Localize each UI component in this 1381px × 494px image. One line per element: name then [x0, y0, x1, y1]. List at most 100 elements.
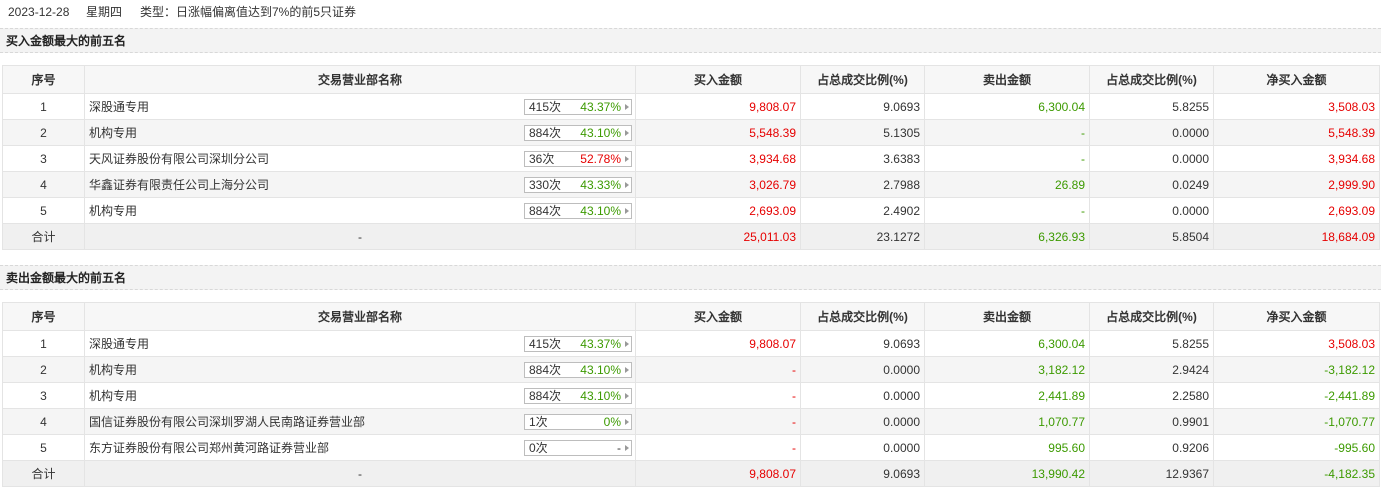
net-amount: -3,182.12	[1213, 356, 1380, 383]
buy-section-title: 买入金额最大的前五名	[0, 28, 1381, 53]
branch-cell: 机构专用 884次 43.10%	[84, 119, 636, 146]
branch-stats-badge[interactable]: 415次 43.37%	[524, 99, 632, 115]
col-sell-amount: 卖出金额	[924, 65, 1090, 94]
sell-section-title: 卖出金额最大的前五名	[0, 265, 1381, 290]
chevron-right-icon	[625, 208, 629, 214]
col-buy-ratio: 占总成交比例(%)	[800, 65, 925, 94]
col-branch-name: 交易营业部名称	[84, 65, 636, 94]
row-number: 5	[2, 434, 85, 461]
buy-amount: 9,808.07	[635, 330, 801, 357]
sell-amount: 3,182.12	[924, 356, 1090, 383]
net-amount: 3,508.03	[1213, 330, 1380, 357]
total-branch-placeholder: -	[84, 460, 636, 487]
sell-ratio: 0.0000	[1089, 145, 1214, 172]
sell-ratio: 0.0249	[1089, 171, 1214, 198]
col-buy-amount: 买入金额	[635, 65, 801, 94]
total-sell-ratio: 12.9367	[1089, 460, 1214, 487]
net-amount: 2,693.09	[1213, 197, 1380, 224]
col-buy-ratio: 占总成交比例(%)	[800, 302, 925, 331]
sell-amount: 2,441.89	[924, 382, 1090, 409]
total-row: 合计 -25,011.03 23.1272 6,326.93 5.8504 18,684.…	[2, 223, 1380, 250]
branch-name-link[interactable]: 华鑫证券有限责任公司上海分公司	[89, 173, 269, 197]
buy-ratio: 3.6383	[800, 145, 925, 172]
chevron-right-icon	[625, 182, 629, 188]
header-bar: 2023-12-28 星期四 类型：日涨幅偏离值达到7%的前5只证券	[0, 0, 1381, 25]
row-number: 1	[2, 93, 85, 120]
total-row: 合计 -9,808.07 9.0693 13,990.42 12.9367 -4,182.…	[2, 460, 1380, 487]
net-amount: -2,441.89	[1213, 382, 1380, 409]
win-rate: 52.78%	[580, 152, 621, 166]
total-buy-ratio: 23.1272	[800, 223, 925, 250]
win-rate: 43.37%	[580, 100, 621, 114]
listing-count: 330次	[529, 178, 562, 192]
buy-ratio: 0.0000	[800, 434, 925, 461]
sell-ratio: 5.8255	[1089, 93, 1214, 120]
branch-name-link[interactable]: 机构专用	[89, 358, 137, 382]
buy-amount: -	[635, 382, 801, 409]
branch-stats-badge[interactable]: 884次 43.10%	[524, 388, 632, 404]
branch-stats-badge[interactable]: 884次 43.10%	[524, 125, 632, 141]
branch-stats-badge[interactable]: 884次 43.10%	[524, 362, 632, 378]
branch-name-link[interactable]: 机构专用	[89, 199, 137, 223]
listing-count: 1次	[529, 415, 548, 429]
net-amount: 3,508.03	[1213, 93, 1380, 120]
row-number: 2	[2, 356, 85, 383]
total-label: 合计	[2, 223, 85, 250]
listing-count: 415次	[529, 337, 562, 351]
total-net-amount: 18,684.09	[1213, 223, 1380, 250]
sell-amount: -	[924, 119, 1090, 146]
total-branch-placeholder: -	[84, 223, 636, 250]
branch-name-link[interactable]: 天风证券股份有限公司深圳分公司	[89, 147, 269, 171]
chevron-right-icon	[625, 104, 629, 110]
chevron-right-icon	[625, 393, 629, 399]
listing-count: 0次	[529, 441, 548, 455]
total-sell-ratio: 5.8504	[1089, 223, 1214, 250]
chevron-right-icon	[625, 130, 629, 136]
listing-count: 415次	[529, 100, 562, 114]
win-rate: 43.10%	[580, 204, 621, 218]
col-no: 序号	[2, 302, 85, 331]
net-amount: 3,934.68	[1213, 145, 1380, 172]
sell-ratio: 0.9901	[1089, 408, 1214, 435]
branch-stats-badge[interactable]: 0次 -	[524, 440, 632, 456]
win-rate: 43.33%	[580, 178, 621, 192]
table-row: 2 机构专用 884次 43.10% 5,548.39 5.1305-0.0000 5,54…	[2, 119, 1380, 146]
buy-ratio: 2.4902	[800, 197, 925, 224]
branch-cell: 深股通专用 415次 43.37%	[84, 330, 636, 357]
row-number: 2	[2, 119, 85, 146]
branch-name-link[interactable]: 机构专用	[89, 121, 137, 145]
sell-ratio: 0.0000	[1089, 119, 1214, 146]
row-number: 5	[2, 197, 85, 224]
branch-name-link[interactable]: 东方证券股份有限公司郑州黄河路证券营业部	[89, 436, 329, 460]
sell-ratio: 0.0000	[1089, 197, 1214, 224]
sell-amount: 1,070.77	[924, 408, 1090, 435]
col-branch-name: 交易营业部名称	[84, 302, 636, 331]
table-row: 1 深股通专用 415次 43.37% 9,808.07 9.0693 6,300.04 5.…	[2, 330, 1380, 357]
total-buy-ratio: 9.0693	[800, 460, 925, 487]
chevron-right-icon	[625, 341, 629, 347]
buy-ratio: 0.0000	[800, 356, 925, 383]
total-buy-amount: 9,808.07	[635, 460, 801, 487]
branch-name-link[interactable]: 机构专用	[89, 384, 137, 408]
branch-name-link[interactable]: 深股通专用	[89, 332, 149, 356]
branch-stats-badge[interactable]: 330次 43.33%	[524, 177, 632, 193]
branch-name-link[interactable]: 深股通专用	[89, 95, 149, 119]
table-header-row: 序号 交易营业部名称 买入金额 占总成交比例(%) 卖出金额 占总成交比例(%)…	[2, 302, 1380, 331]
table-row: 3 机构专用 884次 43.10% -0.0000 2,441.89 2.2580 -2,4…	[2, 382, 1380, 409]
table-header-row: 序号 交易营业部名称 买入金额 占总成交比例(%) 卖出金额 占总成交比例(%)…	[2, 65, 1380, 94]
branch-name-link[interactable]: 国信证券股份有限公司深圳罗湖人民南路证券营业部	[89, 410, 365, 434]
buy-ratio: 0.0000	[800, 382, 925, 409]
branch-stats-badge[interactable]: 1次 0%	[524, 414, 632, 430]
buy-amount: 9,808.07	[635, 93, 801, 120]
row-number: 3	[2, 382, 85, 409]
win-rate: 43.10%	[580, 363, 621, 377]
trade-date: 2023-12-28	[8, 5, 70, 19]
col-no: 序号	[2, 65, 85, 94]
branch-stats-badge[interactable]: 884次 43.10%	[524, 203, 632, 219]
branch-stats-badge[interactable]: 36次 52.78%	[524, 151, 632, 167]
branch-cell: 华鑫证券有限责任公司上海分公司 330次 43.33%	[84, 171, 636, 198]
branch-stats-badge[interactable]: 415次 43.37%	[524, 336, 632, 352]
branch-cell: 国信证券股份有限公司深圳罗湖人民南路证券营业部 1次 0%	[84, 408, 636, 435]
list-type: 类型：日涨幅偏离值达到7%的前5只证券	[140, 5, 357, 19]
sell-ratio: 2.2580	[1089, 382, 1214, 409]
